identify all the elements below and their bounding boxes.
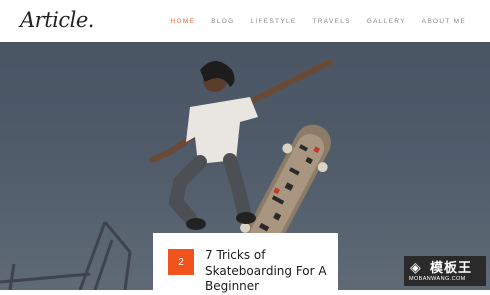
watermark-logo: ◈ 模板王 MOBANWANG.COM <box>404 256 486 286</box>
watermark-title: 模板王 <box>430 261 473 276</box>
cube-icon: ◈ <box>410 259 421 275</box>
post-number-badge: 2 <box>168 249 194 275</box>
site-header: Article. HOME BLOG LIFESTYLE TRAVELS GAL… <box>0 0 490 42</box>
ramp-rails <box>0 221 132 290</box>
watermark-url: MOBANWANG.COM <box>409 276 466 282</box>
featured-post-card[interactable]: 2 7 Tricks of Skateboarding For A Beginn… <box>153 233 338 293</box>
nav-item-travels[interactable]: TRAVELS <box>313 18 351 25</box>
nav-item-blog[interactable]: BLOG <box>211 18 234 25</box>
nav-item-gallery[interactable]: GALLERY <box>367 18 406 25</box>
nav-item-home[interactable]: HOME <box>171 18 196 25</box>
post-title[interactable]: 7 Tricks of Skateboarding For A Beginner <box>205 248 331 295</box>
nav-item-lifestyle[interactable]: LIFESTYLE <box>251 18 297 25</box>
nav-item-about-me[interactable]: ABOUT ME <box>422 18 466 25</box>
main-nav: HOME BLOG LIFESTYLE TRAVELS GALLERY ABOU… <box>171 0 466 42</box>
site-logo[interactable]: Article. <box>20 8 94 32</box>
